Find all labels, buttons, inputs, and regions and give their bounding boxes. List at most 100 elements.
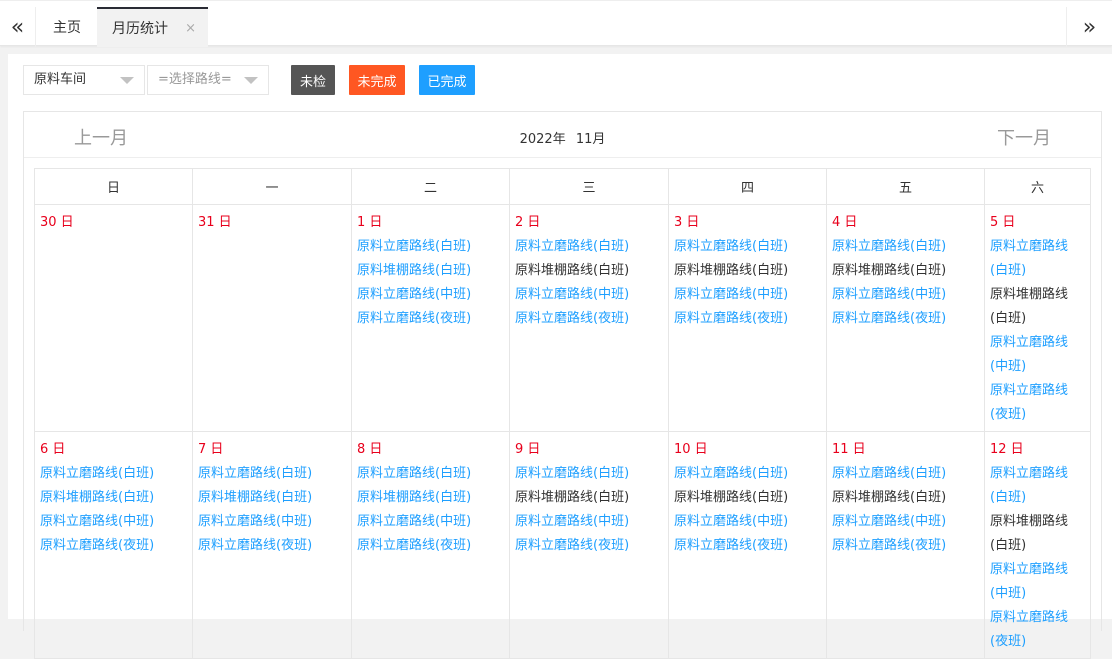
inspection-route-item[interactable]: 原料堆棚路线(白班) — [198, 486, 351, 510]
inspection-route-item[interactable]: 原料立磨路线(夜班) — [832, 307, 984, 331]
inspection-route-item[interactable]: 原料立磨路线(中班) — [832, 510, 984, 534]
day-number: 1 日 — [357, 215, 383, 230]
weekday-header: 六 — [984, 168, 1091, 205]
calendar-header: 上一月 2022年 11月 下一月 — [24, 112, 1101, 158]
tab-calendar-stats-label: 月历统计 — [112, 21, 168, 37]
day-number: 3 日 — [674, 215, 700, 230]
inspection-route-item[interactable]: 原料立磨路线(中班) — [40, 510, 192, 534]
calendar-day-cell[interactable]: 8 日原料立磨路线(白班) 原料堆棚路线(白班) 原料立磨路线(中班) 原料立磨路线(… — [351, 431, 510, 659]
legend-unchecked-button[interactable]: 未检 — [291, 65, 335, 95]
inspection-route-item[interactable]: 原料立磨路线(中班) — [674, 510, 826, 534]
day-number: 6 日 — [40, 442, 66, 457]
inspection-route-item[interactable]: 原料立磨路线(夜班) — [515, 307, 668, 331]
scroll-tabs-left-icon[interactable]: « — [0, 7, 36, 47]
inspection-route-item[interactable]: 原料立磨路线(白班) — [674, 462, 826, 486]
inspection-route-item[interactable]: 原料立磨路线(白班) — [990, 462, 1080, 510]
tab-home[interactable]: 主页 — [37, 7, 97, 47]
day-number: 7 日 — [198, 442, 224, 457]
calendar-day-cell[interactable]: 12 日原料立磨路线(白班) 原料堆棚路线(白班) 原料立磨路线(中班) 原料立磨路线… — [984, 431, 1091, 659]
inspection-route-item[interactable]: 原料堆棚路线(白班) — [674, 486, 826, 510]
close-icon[interactable]: × — [185, 21, 196, 36]
calendar-day-cell[interactable]: 10 日原料立磨路线(白班) 原料堆棚路线(白班) 原料立磨路线(中班) 原料立磨路线… — [668, 431, 827, 659]
inspection-route-item[interactable]: 原料堆棚路线(白班) — [357, 486, 509, 510]
next-month-button[interactable]: 下一月 — [997, 124, 1051, 150]
calendar-week-row: 30 日 31 日1 日原料立磨路线(白班) 原料堆棚路线(白班) 原料立磨路线(中班… — [34, 204, 1091, 432]
day-number: 9 日 — [515, 442, 541, 457]
inspection-route-item[interactable]: 原料立磨路线(中班) — [990, 331, 1080, 379]
inspection-route-item[interactable]: 原料堆棚路线(白班) — [515, 486, 668, 510]
calendar-day-cell[interactable]: 30 日 — [34, 204, 193, 432]
route-select[interactable]: =选择路线= — [147, 65, 269, 95]
inspection-route-item[interactable]: 原料立磨路线(白班) — [832, 462, 984, 486]
weekday-header: 二 — [351, 168, 510, 205]
weekday-header: 日 — [34, 168, 193, 205]
day-number: 2 日 — [515, 215, 541, 230]
calendar-day-cell[interactable]: 1 日原料立磨路线(白班) 原料堆棚路线(白班) 原料立磨路线(中班) 原料立磨路线(… — [351, 204, 510, 432]
inspection-route-item[interactable]: 原料立磨路线(夜班) — [832, 534, 984, 558]
calendar-day-cell[interactable]: 9 日原料立磨路线(白班) 原料堆棚路线(白班) 原料立磨路线(中班) 原料立磨路线(… — [509, 431, 669, 659]
inspection-route-item[interactable]: 原料立磨路线(中班) — [515, 283, 668, 307]
inspection-route-item[interactable]: 原料立磨路线(白班) — [990, 235, 1080, 283]
calendar-grid: 日一二三四五六 30 日 31 日1 日原料立磨路线(白班) 原料堆棚路线(白班) 原… — [34, 168, 1091, 659]
inspection-route-item[interactable]: 原料立磨路线(白班) — [515, 462, 668, 486]
weekday-header: 五 — [826, 168, 985, 205]
inspection-route-item[interactable]: 原料立磨路线(夜班) — [198, 534, 351, 558]
tab-calendar-stats[interactable]: 月历统计 × — [97, 7, 208, 47]
legend-incomplete-button[interactable]: 未完成 — [349, 65, 405, 95]
route-select-placeholder: =选择路线= — [158, 72, 232, 87]
inspection-route-item[interactable]: 原料立磨路线(白班) — [40, 462, 192, 486]
legend-complete-button[interactable]: 已完成 — [419, 65, 475, 95]
month-title: 2022年 11月 — [24, 128, 1101, 147]
inspection-route-item[interactable]: 原料立磨路线(夜班) — [990, 606, 1080, 654]
calendar-day-cell[interactable]: 2 日原料立磨路线(白班) 原料堆棚路线(白班) 原料立磨路线(中班) 原料立磨路线(… — [509, 204, 669, 432]
weekday-header-row: 日一二三四五六 — [34, 168, 1091, 205]
inspection-route-item[interactable]: 原料立磨路线(夜班) — [674, 534, 826, 558]
day-number: 12 日 — [990, 442, 1024, 457]
day-number: 4 日 — [832, 215, 858, 230]
inspection-route-item[interactable]: 原料立磨路线(白班) — [832, 235, 984, 259]
calendar-day-cell[interactable]: 5 日原料立磨路线(白班) 原料堆棚路线(白班) 原料立磨路线(中班) 原料立磨路线(… — [984, 204, 1091, 432]
inspection-route-item[interactable]: 原料立磨路线(中班) — [357, 283, 509, 307]
scroll-tabs-right-icon[interactable]: » — [1066, 7, 1112, 47]
inspection-route-item[interactable]: 原料立磨路线(中班) — [515, 510, 668, 534]
calendar-day-cell[interactable]: 11 日原料立磨路线(白班) 原料堆棚路线(白班) 原料立磨路线(中班) 原料立磨路线… — [826, 431, 985, 659]
inspection-route-item[interactable]: 原料堆棚路线(白班) — [832, 486, 984, 510]
inspection-route-item[interactable]: 原料立磨路线(中班) — [990, 558, 1080, 606]
day-number: 11 日 — [832, 442, 866, 457]
inspection-route-item[interactable]: 原料立磨路线(夜班) — [674, 307, 826, 331]
inspection-route-item[interactable]: 原料堆棚路线(白班) — [515, 259, 668, 283]
inspection-route-item[interactable]: 原料立磨路线(夜班) — [357, 534, 509, 558]
inspection-route-item[interactable]: 原料立磨路线(白班) — [357, 462, 509, 486]
day-number: 5 日 — [990, 215, 1016, 230]
calendar-day-cell[interactable]: 4 日原料立磨路线(白班) 原料堆棚路线(白班) 原料立磨路线(中班) 原料立磨路线(… — [826, 204, 985, 432]
inspection-route-item[interactable]: 原料立磨路线(中班) — [357, 510, 509, 534]
inspection-route-item[interactable]: 原料立磨路线(白班) — [198, 462, 351, 486]
inspection-route-item[interactable]: 原料堆棚路线(白班) — [832, 259, 984, 283]
calendar-day-cell[interactable]: 6 日原料立磨路线(白班) 原料堆棚路线(白班) 原料立磨路线(中班) 原料立磨路线(… — [34, 431, 193, 659]
inspection-route-item[interactable]: 原料立磨路线(中班) — [832, 283, 984, 307]
inspection-route-item[interactable]: 原料立磨路线(白班) — [674, 235, 826, 259]
inspection-route-item[interactable]: 原料堆棚路线(白班) — [990, 283, 1080, 331]
inspection-route-item[interactable]: 原料立磨路线(中班) — [674, 283, 826, 307]
inspection-route-item[interactable]: 原料堆棚路线(白班) — [357, 259, 509, 283]
main-content: 原料车间 =选择路线= 未检 未完成 已完成 上一月 2022年 11月 下一月… — [8, 54, 1112, 659]
inspection-route-item[interactable]: 原料立磨路线(中班) — [198, 510, 351, 534]
workshop-select-value: 原料车间 — [34, 72, 87, 87]
inspection-route-item[interactable]: 原料立磨路线(夜班) — [990, 379, 1080, 427]
inspection-route-item[interactable]: 原料立磨路线(夜班) — [40, 534, 192, 558]
inspection-route-item[interactable]: 原料堆棚路线(白班) — [674, 259, 826, 283]
calendar-day-cell[interactable]: 3 日原料立磨路线(白班) 原料堆棚路线(白班) 原料立磨路线(中班) 原料立磨路线(… — [668, 204, 827, 432]
day-number: 30 日 — [40, 215, 74, 230]
calendar-day-cell[interactable]: 7 日原料立磨路线(白班) 原料堆棚路线(白班) 原料立磨路线(中班) 原料立磨路线(… — [192, 431, 352, 659]
inspection-route-item[interactable]: 原料立磨路线(白班) — [357, 235, 509, 259]
inspection-route-item[interactable]: 原料立磨路线(夜班) — [357, 307, 509, 331]
day-number: 10 日 — [674, 442, 708, 457]
inspection-route-item[interactable]: 原料立磨路线(夜班) — [515, 534, 668, 558]
workshop-select[interactable]: 原料车间 — [23, 65, 145, 95]
calendar-day-cell[interactable]: 31 日 — [192, 204, 352, 432]
inspection-route-item[interactable]: 原料堆棚路线(白班) — [40, 486, 192, 510]
inspection-route-item[interactable]: 原料立磨路线(白班) — [515, 235, 668, 259]
weekday-header: 一 — [192, 168, 352, 205]
calendar-panel: 上一月 2022年 11月 下一月 日一二三四五六 30 日 31 日 1 日原料立… — [23, 111, 1102, 659]
inspection-route-item[interactable]: 原料堆棚路线(白班) — [990, 510, 1080, 558]
